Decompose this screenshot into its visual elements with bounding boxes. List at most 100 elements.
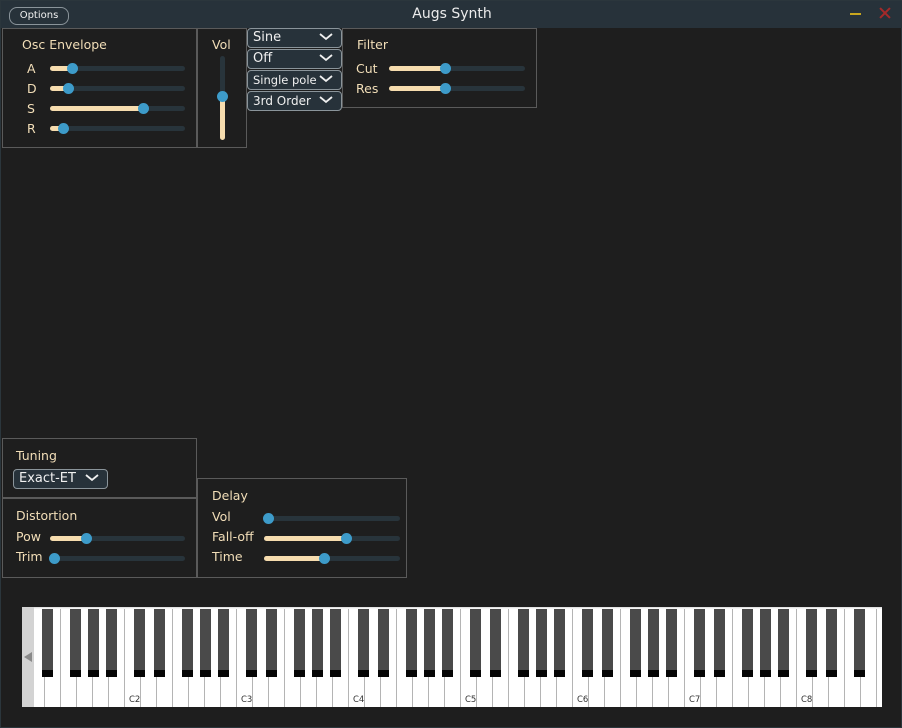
release-slider[interactable] <box>50 122 185 134</box>
attack-slider[interactable] <box>50 62 185 74</box>
filter-order-value: 3rd Order <box>253 94 311 108</box>
black-key-D#3[interactable] <box>266 607 277 677</box>
black-key-D#5[interactable] <box>490 607 501 677</box>
mode-value: Off <box>253 51 273 66</box>
tuning-dropdown[interactable]: Exact-ET <box>13 469 108 489</box>
piano-keys: C2 C3 C4 C5 C6 C7 C8 <box>34 607 882 707</box>
slider-thumb[interactable] <box>217 91 228 103</box>
keyboard-scroll-left-button[interactable] <box>22 607 34 707</box>
slider-fill <box>50 106 143 111</box>
slider-thumb[interactable] <box>80 533 92 544</box>
slider-thumb[interactable] <box>62 83 74 94</box>
black-key-C#5[interactable] <box>470 607 481 677</box>
black-key-F#4[interactable] <box>406 607 417 677</box>
slider-thumb[interactable] <box>137 103 149 114</box>
black-key-A#5[interactable] <box>554 607 565 677</box>
slider-fill <box>389 86 446 91</box>
octave-label: C8 <box>801 695 813 705</box>
black-key-G#7[interactable] <box>760 607 771 677</box>
black-key-F#1[interactable] <box>70 607 81 677</box>
black-key-A#6[interactable] <box>666 607 677 677</box>
black-key-A#1[interactable] <box>106 607 117 677</box>
tuning-value: Exact-ET <box>19 471 76 486</box>
minimize-icon[interactable] <box>850 13 861 15</box>
chevron-down-icon <box>85 474 99 482</box>
slider-thumb[interactable] <box>57 123 69 134</box>
slider-thumb[interactable] <box>263 513 274 524</box>
black-key-F#7[interactable] <box>742 607 753 677</box>
black-key-C#3[interactable] <box>246 607 257 677</box>
black-key-F#3[interactable] <box>294 607 305 677</box>
filter-type-dropdown[interactable]: Single pole <box>247 70 342 90</box>
trim-slider[interactable] <box>49 552 185 564</box>
slider-label: A <box>27 61 36 76</box>
slider-label: Trim <box>16 549 43 564</box>
black-key-F#8[interactable] <box>854 607 865 677</box>
slider-thumb[interactable] <box>49 553 60 564</box>
filter-title: Filter <box>357 37 388 52</box>
cutoff-slider[interactable] <box>389 62 525 74</box>
filter-order-dropdown[interactable]: 3rd Order <box>247 91 342 111</box>
black-key-D#4[interactable] <box>378 607 389 677</box>
chevron-down-icon <box>319 33 333 41</box>
close-icon[interactable] <box>878 6 892 20</box>
osc-envelope-panel: Osc Envelope A D S R <box>2 28 197 148</box>
black-key-G#4[interactable] <box>424 607 435 677</box>
black-key-F#6[interactable] <box>630 607 641 677</box>
black-key-G#2[interactable] <box>200 607 211 677</box>
black-key-C#2[interactable] <box>134 607 145 677</box>
slider-fill <box>264 536 347 541</box>
filter-type-value: Single pole <box>253 73 317 87</box>
slider-fill <box>220 96 225 140</box>
waveform-value: Sine <box>253 30 282 45</box>
black-key-A#3[interactable] <box>330 607 341 677</box>
black-key-C#8[interactable] <box>806 607 817 677</box>
black-key-G#6[interactable] <box>648 607 659 677</box>
slider-thumb[interactable] <box>66 63 78 74</box>
black-key-C#7[interactable] <box>694 607 705 677</box>
osc-envelope-title: Osc Envelope <box>22 37 107 52</box>
black-key-D#2[interactable] <box>154 607 165 677</box>
delay-falloff-slider[interactable] <box>264 532 400 544</box>
black-key-F#5[interactable] <box>518 607 529 677</box>
black-key-G#5[interactable] <box>536 607 547 677</box>
slider-track[interactable] <box>50 126 185 131</box>
volume-slider[interactable] <box>216 56 228 140</box>
black-key-G#1[interactable] <box>88 607 99 677</box>
sustain-slider[interactable] <box>50 102 185 114</box>
piano-keyboard: C2 C3 C4 C5 C6 C7 C8 <box>22 607 882 707</box>
pow-slider[interactable] <box>50 532 185 544</box>
slider-track[interactable] <box>264 516 400 521</box>
slider-label: Vol <box>212 509 231 524</box>
volume-panel: Vol <box>197 28 247 148</box>
delay-panel: Delay Vol Fall-off Time <box>197 478 407 578</box>
black-key-C#4[interactable] <box>358 607 369 677</box>
black-key-A#2[interactable] <box>218 607 229 677</box>
slider-thumb[interactable] <box>319 553 331 564</box>
black-key-G#3[interactable] <box>312 607 323 677</box>
black-key-C#6[interactable] <box>582 607 593 677</box>
black-key-A#7[interactable] <box>778 607 789 677</box>
slider-thumb[interactable] <box>440 83 452 94</box>
decay-slider[interactable] <box>50 82 185 94</box>
black-key-A#4[interactable] <box>442 607 453 677</box>
black-key-D#8[interactable] <box>826 607 837 677</box>
slider-thumb[interactable] <box>440 63 452 74</box>
delay-vol-slider[interactable] <box>263 512 400 524</box>
black-key-D#1[interactable] <box>42 607 53 677</box>
octave-label: C7 <box>689 695 701 705</box>
black-key-D#6[interactable] <box>602 607 613 677</box>
slider-label: D <box>27 81 37 96</box>
slider-track[interactable] <box>50 556 185 561</box>
title-bar: Options Augs Synth <box>1 1 902 28</box>
resonance-slider[interactable] <box>389 82 525 94</box>
black-key-D#7[interactable] <box>714 607 725 677</box>
chevron-down-icon <box>319 75 333 83</box>
waveform-dropdown[interactable]: Sine <box>247 28 342 48</box>
mode-dropdown[interactable]: Off <box>247 49 342 69</box>
delay-time-slider[interactable] <box>264 552 400 564</box>
octave-label: C6 <box>577 695 589 705</box>
slider-thumb[interactable] <box>341 533 353 544</box>
octave-label: C3 <box>241 695 253 705</box>
black-key-F#2[interactable] <box>182 607 193 677</box>
